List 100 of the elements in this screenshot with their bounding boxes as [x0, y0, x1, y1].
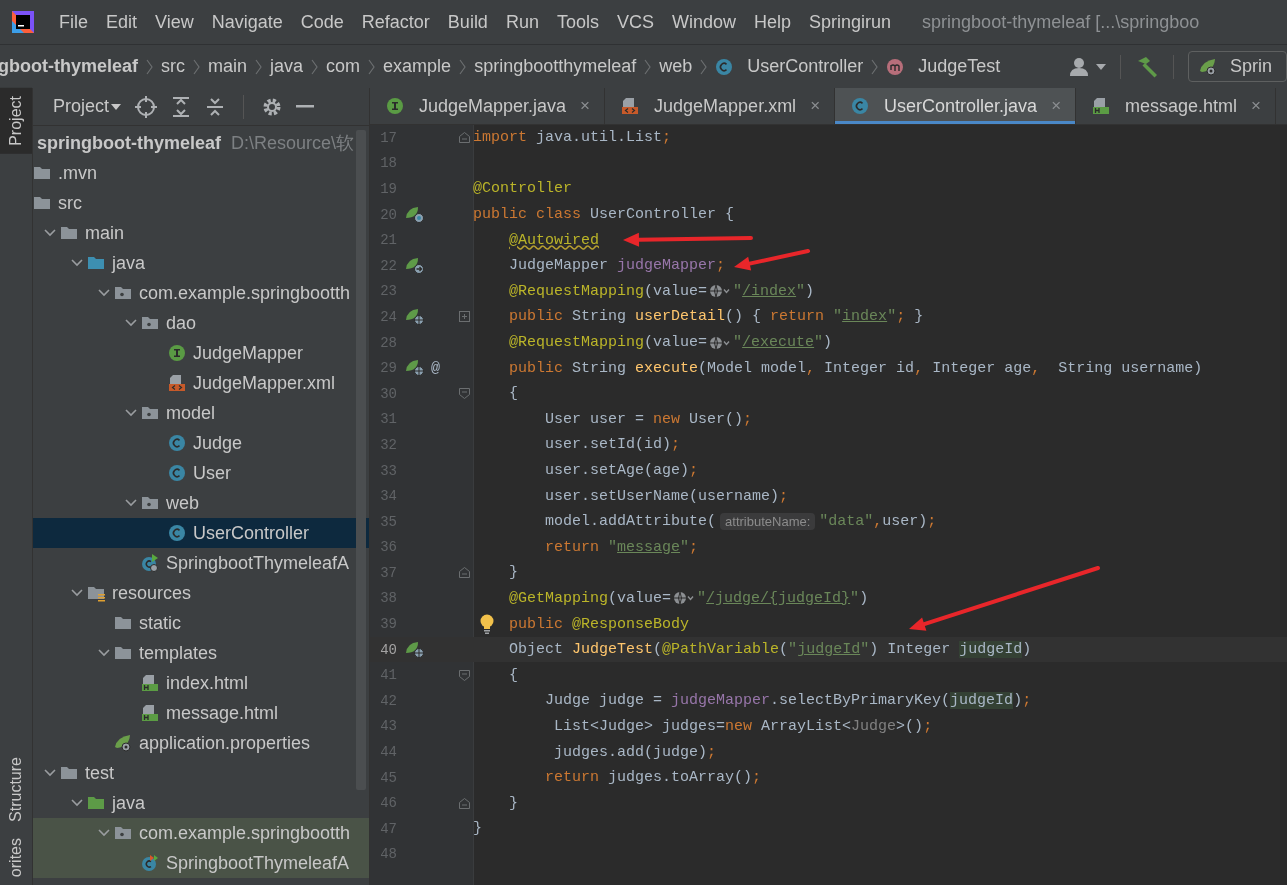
tree-item[interactable]: SpringbootThymeleafA: [33, 848, 369, 878]
tree-item[interactable]: index.html: [33, 668, 369, 698]
code-text: }: [509, 794, 519, 812]
fold-marker-icon[interactable]: [458, 797, 470, 809]
editor-tab[interactable]: message.html ×: [1076, 88, 1277, 124]
tree-item[interactable]: java: [33, 248, 369, 278]
code-text: @RequestMapping(value=: [509, 282, 708, 300]
class-icon: [715, 57, 734, 76]
tree-item[interactable]: web: [33, 488, 369, 518]
breadcrumb-item[interactable]: example: [383, 56, 452, 77]
breadcrumb-item[interactable]: springbootthymeleaf: [474, 56, 637, 77]
code-text: {: [509, 666, 519, 684]
tree-item[interactable]: JudgeMapper.xml: [33, 368, 369, 398]
spring-bean-icon[interactable]: [405, 256, 425, 275]
tree-item[interactable]: application.properties: [33, 728, 369, 758]
fold-marker-icon[interactable]: [458, 567, 470, 579]
chevron-down-icon[interactable]: [71, 799, 83, 807]
tree-item[interactable]: com.example.springbootth: [33, 278, 369, 308]
tree-item[interactable]: dao: [33, 308, 369, 338]
menu-item[interactable]: File: [50, 11, 97, 33]
chevron-down-icon[interactable]: [71, 589, 83, 597]
collapse-all-icon[interactable]: [205, 95, 226, 118]
tree-item[interactable]: java: [33, 788, 369, 818]
menu-item[interactable]: Window: [662, 11, 745, 33]
fold-marker-icon[interactable]: [458, 388, 470, 400]
chevron-down-icon[interactable]: [125, 409, 137, 417]
run-configuration-button[interactable]: Sprin: [1187, 51, 1287, 82]
menu-item[interactable]: Help: [745, 11, 801, 33]
spring-bean-icon[interactable]: [405, 359, 425, 378]
tree-item[interactable]: resources: [33, 578, 369, 608]
spring-bean-icon[interactable]: [405, 640, 425, 659]
breadcrumb-item[interactable]: java: [270, 56, 304, 77]
tool-window-tab[interactable]: Project: [0, 88, 32, 154]
code-text: user.setAge(age);: [545, 462, 699, 479]
code-text: JudgeMapper judgeMapper;: [509, 257, 726, 275]
menu-item[interactable]: Tools: [547, 11, 608, 33]
tree-item[interactable]: templates: [33, 638, 369, 668]
menu-item[interactable]: Navigate: [202, 11, 292, 33]
minimize-icon[interactable]: [296, 104, 315, 109]
tree-item[interactable]: static: [33, 608, 369, 638]
tree-item[interactable]: SpringbootThymeleafA: [33, 548, 369, 578]
menu-item[interactable]: VCS: [607, 11, 663, 33]
fold-marker-icon[interactable]: [458, 669, 470, 681]
expand-all-icon[interactable]: [171, 95, 192, 118]
tool-window-tab[interactable]: Structure: [0, 748, 32, 830]
user-menu[interactable]: [1068, 56, 1106, 77]
menu-item[interactable]: Run: [496, 11, 548, 33]
menu-item[interactable]: Refactor: [352, 11, 439, 33]
editor-tab[interactable]: UserController.java ×: [835, 88, 1077, 124]
chevron-down-icon[interactable]: [98, 829, 110, 837]
chevron-right-icon: [255, 58, 263, 75]
chevron-down-icon[interactable]: [71, 259, 83, 267]
tree-item[interactable]: test: [33, 758, 369, 788]
tree-item[interactable]: User: [33, 458, 369, 488]
settings-icon[interactable]: [262, 96, 283, 117]
menu-item[interactable]: Build: [438, 11, 497, 33]
breadcrumb-item[interactable]: UserController: [715, 56, 864, 77]
lightbulb-icon[interactable]: [479, 614, 495, 635]
tree-item[interactable]: message.html: [33, 698, 369, 728]
tree-item[interactable]: src: [33, 188, 369, 218]
caret-icon: [111, 103, 122, 110]
tool-window-tab[interactable]: orites: [0, 829, 32, 885]
code-text: }: [509, 564, 519, 582]
locate-icon[interactable]: [135, 95, 158, 118]
globe-icon[interactable]: [709, 284, 732, 299]
view-dropdown[interactable]: Project: [53, 96, 122, 117]
chevron-down-icon[interactable]: [98, 289, 110, 297]
gutter-mark[interactable]: @: [431, 359, 440, 377]
spring-bean-icon[interactable]: [405, 205, 425, 224]
editor-tab[interactable]: JudgeMapper.java ×: [370, 88, 606, 124]
scrollbar[interactable]: [356, 130, 366, 790]
breadcrumb-item[interactable]: JudgeTest: [886, 56, 1001, 77]
tree-item[interactable]: springboot-thymeleaf D:\Resource\软: [33, 128, 369, 158]
tree-item[interactable]: main: [33, 218, 369, 248]
package-icon: [114, 824, 132, 842]
menu-item[interactable]: Springirun: [800, 11, 901, 33]
tree-item[interactable]: JudgeMapper: [33, 338, 369, 368]
fold-marker-icon[interactable]: [458, 132, 470, 144]
fold-marker-icon[interactable]: [458, 311, 470, 323]
chevron-down-icon[interactable]: [44, 769, 56, 777]
tree-item[interactable]: model: [33, 398, 369, 428]
globe-icon[interactable]: [673, 591, 696, 606]
breadcrumb-item[interactable]: web: [659, 56, 693, 77]
breadcrumb-item[interactable]: main: [208, 56, 248, 77]
tree-item[interactable]: Judge: [33, 428, 369, 458]
menu-item[interactable]: View: [146, 11, 203, 33]
breadcrumb-item[interactable]: com: [326, 56, 361, 77]
chevron-down-icon[interactable]: [44, 229, 56, 237]
tree-item[interactable]: .mvn: [33, 158, 369, 188]
tree-item[interactable]: com.example.springbootth: [33, 818, 369, 848]
chevron-down-icon[interactable]: [98, 649, 110, 657]
tree-item[interactable]: UserController: [33, 518, 369, 548]
spring-bean-icon[interactable]: [405, 307, 425, 326]
chevron-down-icon[interactable]: [125, 319, 137, 327]
folder-icon: [60, 764, 78, 782]
menu-item[interactable]: Code: [291, 11, 353, 33]
menu-item[interactable]: Edit: [97, 11, 147, 33]
globe-icon[interactable]: [709, 335, 732, 350]
breadcrumb-item[interactable]: src: [161, 56, 185, 77]
chevron-down-icon[interactable]: [125, 499, 137, 507]
